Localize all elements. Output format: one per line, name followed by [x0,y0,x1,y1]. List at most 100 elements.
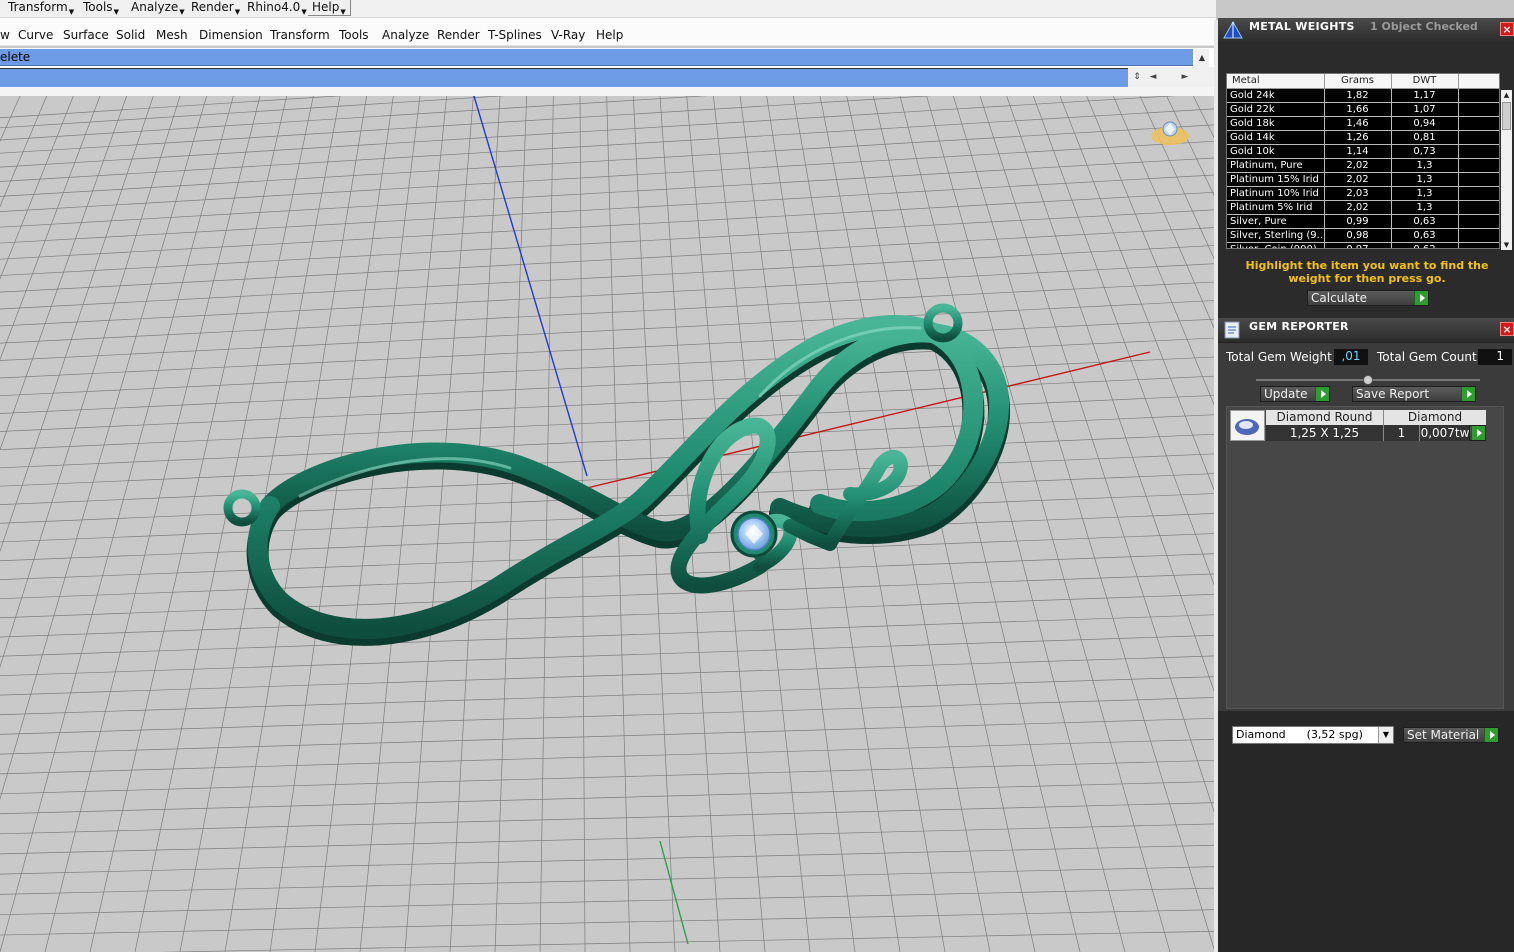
chevron-down-icon: ▼ [301,8,307,16]
menu-transform[interactable]: Transform▼ [4,0,78,16]
menu-label: Rhino4.0 [247,0,301,14]
scroll-down-icon[interactable]: ▼ [1501,240,1512,250]
update-label: Update [1264,387,1308,401]
go-arrow-icon[interactable] [1315,387,1329,401]
spin-icon[interactable]: ⇕ [1130,69,1144,85]
grams-cell: 2,02 [1324,200,1392,215]
calculate-label: Calculate [1311,291,1368,305]
table-row[interactable]: Gold 14k 1,26 0,81 [1227,130,1499,145]
view-gumball-icon[interactable] [1151,121,1189,145]
menu-transform-main[interactable]: Transform [270,27,330,43]
diamond-thumbnail[interactable] [1230,410,1265,441]
scale-icon [1223,20,1243,39]
menu-render[interactable]: Render▼ [187,0,244,16]
menu-tools[interactable]: Tools▼ [79,0,123,16]
gem-data-row[interactable]: 1,25 X 1,25 1 0,007tw [1266,425,1486,441]
go-arrow-icon[interactable] [1471,426,1485,440]
menu-analyze[interactable]: Analyze▼ [127,0,189,16]
table-row[interactable]: Platinum, Pure 2,02 1,3 [1227,158,1499,173]
column-header-metal[interactable]: Metal [1227,74,1325,89]
blank-cell [1458,116,1499,131]
command-controls: ⇕ ◄ ► [1128,67,1216,88]
table-row[interactable]: Platinum 15% Irid 2,02 1,3 [1227,172,1499,187]
dwt-cell: 1,17 [1391,88,1459,103]
blank-cell [1458,144,1499,159]
blank-cell [1458,158,1499,173]
dwt-cell: 1,3 [1391,186,1459,201]
dwt-cell: 0,62 [1391,242,1459,248]
menu-render-main[interactable]: Render [437,27,480,43]
gem-material-header: Diamond [1407,410,1463,424]
command-history: elete [0,49,1193,66]
command-scroll-up[interactable]: ▲ [1195,49,1209,67]
table-row[interactable]: Silver, Coin (900) 0,97 0,62 [1227,242,1499,248]
table-row[interactable]: Platinum 5% Irid 2,02 1,3 [1227,200,1499,215]
chevron-down-icon: ▼ [234,8,241,16]
go-arrow-icon[interactable] [1461,387,1475,401]
close-icon[interactable]: × [1500,322,1514,336]
menu-help-top[interactable]: Help▼ [308,0,351,16]
menu-tools-main[interactable]: Tools [339,27,369,43]
viewport-scene [0,96,1216,952]
blank-cell [1458,228,1499,243]
dwt-cell: 1,07 [1391,102,1459,117]
right-arrow-icon[interactable]: ► [1178,69,1192,85]
scroll-up-icon[interactable]: ▲ [1501,90,1512,100]
menu-mesh[interactable]: Mesh [156,27,188,43]
metal-name-cell: Silver, Coin (900) [1227,242,1325,248]
chevron-down-icon[interactable]: ▼ [1378,727,1393,743]
gem-reporter-title-bar: GEM REPORTER × [1218,318,1514,342]
metal-weights-hint: Highlight the item you want to find the … [1245,259,1489,285]
left-arrow-icon[interactable]: ◄ [1146,69,1160,85]
table-row[interactable]: Gold 10k 1,14 0,73 [1227,144,1499,159]
gem-reporter-body: Total Gem Weight ,01 Total Gem Count 1 U… [1218,343,1514,952]
blank-cell [1458,88,1499,103]
grams-cell: 1,66 [1324,102,1392,117]
menu-rhino4[interactable]: Rhino4.0▼ [243,0,311,16]
dwt-cell: 1,3 [1391,158,1459,173]
table-row[interactable]: Gold 24k 1,82 1,17 [1227,88,1499,103]
chevron-down-icon: ▼ [113,8,119,16]
column-header-grams[interactable]: Grams [1324,74,1392,89]
column-header-dwt[interactable]: DWT [1391,74,1459,89]
command-input[interactable] [0,68,1128,87]
total-gem-count-label: Total Gem Count [1377,350,1477,364]
grams-cell: 0,99 [1324,214,1392,229]
table-row[interactable]: Gold 18k 1,46 0,94 [1227,116,1499,131]
material-dropdown[interactable]: Diamond (3,52 spg) ▼ [1232,726,1394,744]
blank-cell [1458,200,1499,215]
menu-tsplines[interactable]: T-Splines [488,27,542,43]
menu-surface[interactable]: Surface [63,27,109,43]
metal-weights-rows: Gold 24k 1,82 1,17 Gold 22k 1,66 1,07 Gold 18k… [1227,88,1499,248]
table-row[interactable]: Platinum 10% Irid 2,03 1,3 [1227,186,1499,201]
set-material-button[interactable]: Set Material [1403,727,1499,743]
metal-table-scrollbar[interactable]: ▲ ▼ [1501,90,1512,250]
table-row[interactable]: Silver, Pure 0,99 0,63 [1227,214,1499,229]
menu-help-main[interactable]: Help [596,27,623,43]
calculate-button[interactable]: Calculate [1307,290,1429,306]
menu-vray[interactable]: V-Ray [551,27,585,43]
save-report-button[interactable]: Save Report [1352,386,1476,402]
table-row[interactable]: Silver, Sterling (9... 0,98 0,63 [1227,228,1499,243]
menu-view-partial[interactable]: w [0,27,10,43]
menu-solid[interactable]: Solid [116,27,145,43]
menu-curve[interactable]: Curve [18,27,53,43]
go-arrow-icon[interactable] [1414,291,1428,305]
blank-cell [1458,130,1499,145]
menu-analyze-main[interactable]: Analyze [382,27,429,43]
close-icon[interactable]: × [1500,22,1514,36]
report-splitter-slider[interactable] [1256,375,1480,385]
go-arrow-icon[interactable] [1484,728,1498,742]
perspective-viewport[interactable] [0,96,1216,952]
slider-knob[interactable] [1363,375,1373,385]
grams-cell: 2,02 [1324,158,1392,173]
menu-dimension[interactable]: Dimension [199,27,263,43]
dwt-cell: 0,63 [1391,228,1459,243]
update-button[interactable]: Update [1260,386,1330,402]
table-row[interactable]: Gold 22k 1,66 1,07 [1227,102,1499,117]
scroll-thumb[interactable] [1502,102,1511,130]
menu-label: Render [191,0,234,14]
blank-cell [1458,172,1499,187]
gem-size: 1,25 X 1,25 [1266,425,1384,441]
gem-go-button[interactable] [1469,425,1486,441]
